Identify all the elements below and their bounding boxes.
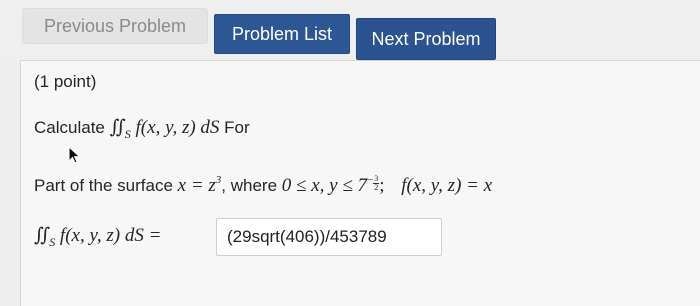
calculate-statement: Calculate ∬ S f(x, y, z) dS For: [34, 116, 250, 142]
calculate-word: Calculate: [34, 118, 105, 137]
where-word: , where: [221, 176, 278, 195]
domain-exponent-numerator: 3: [374, 174, 379, 183]
previous-problem-button[interactable]: Previous Problem: [22, 8, 208, 44]
points-label: (1 point): [34, 72, 97, 91]
domain-expression-base: 0 ≤ x, y ≤ 7: [281, 175, 368, 196]
answer-input[interactable]: [216, 218, 442, 256]
integral-subscript: S: [124, 127, 131, 141]
answer-double-integral-sign: ∬: [34, 224, 50, 246]
separator: ;: [379, 175, 385, 196]
next-problem-button[interactable]: Next Problem: [356, 18, 496, 60]
problem-list-button[interactable]: Problem List: [214, 14, 350, 54]
answer-lhs: f(x, y, z) dS =: [59, 225, 162, 246]
integrand-expression: f(x, y, z) dS: [135, 117, 220, 138]
part-prefix: Part of the surface: [34, 176, 173, 195]
mouse-cursor-icon: [68, 146, 81, 164]
double-integral-sign: ∬: [109, 116, 126, 138]
surface-equation-lhs: x = z: [177, 175, 216, 196]
answer-integral-subscript: S: [49, 235, 56, 249]
function-definition: f(x, y, z) = x: [401, 175, 493, 196]
for-word: For: [224, 118, 250, 137]
domain-expression: 0 ≤ x, y ≤ 7− 3 2: [281, 174, 380, 196]
domain-exponent-denominator: 2: [374, 183, 379, 192]
surface-statement: Part of the surface x = z3, where 0 ≤ x,…: [34, 174, 492, 197]
surface-equation: x = z3: [177, 174, 222, 196]
answer-statement: ∬ S f(x, y, z) dS =: [34, 224, 161, 250]
